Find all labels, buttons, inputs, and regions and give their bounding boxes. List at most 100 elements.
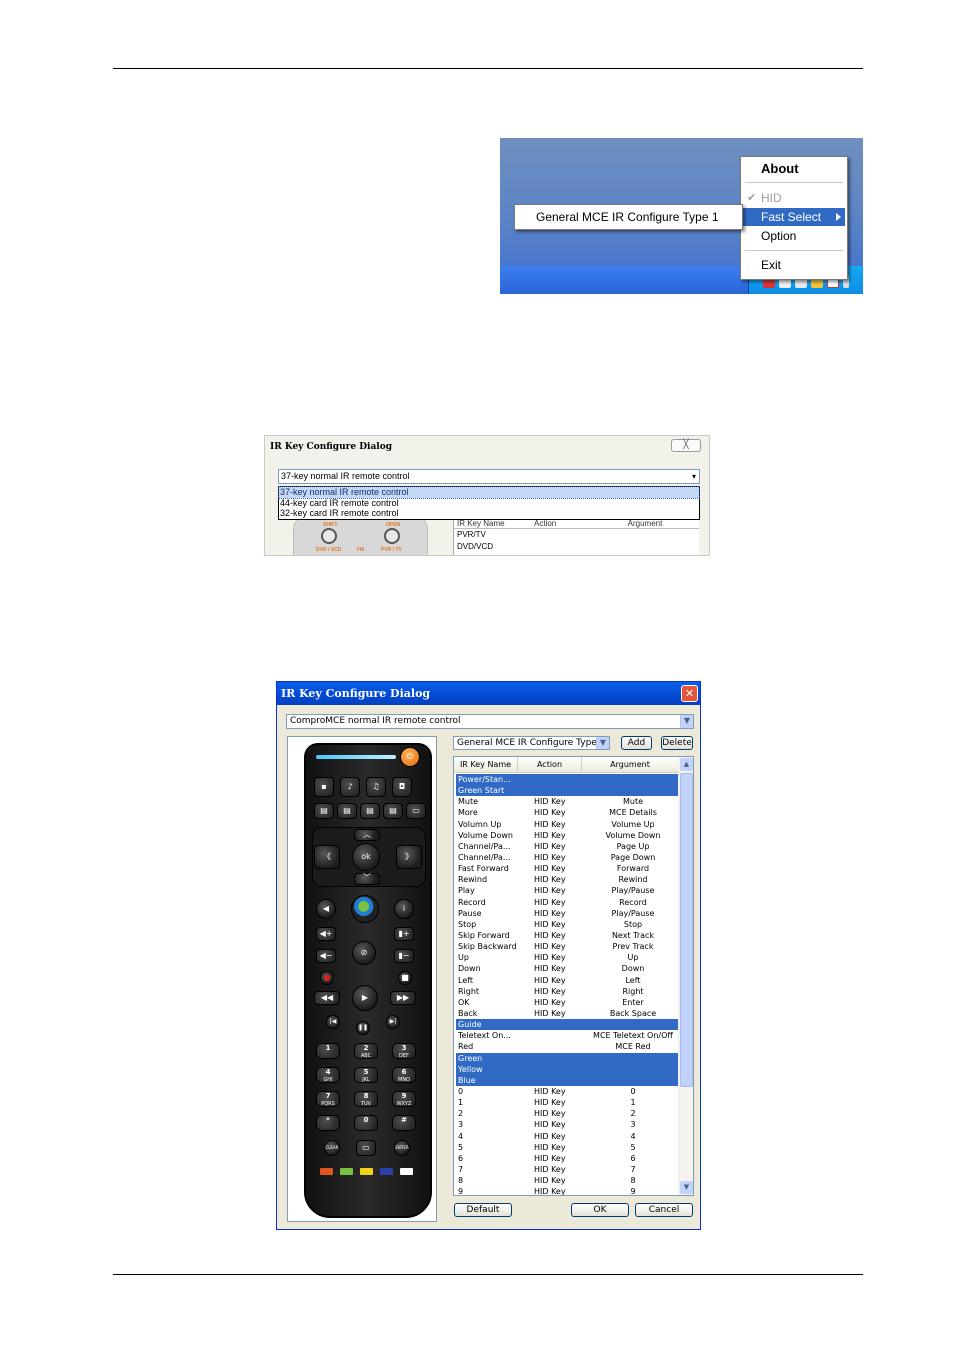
table-row[interactable]: 7 HID Key 7	[456, 1164, 678, 1175]
table-row[interactable]: Volume Down HID Key Volume Down	[456, 830, 678, 841]
table-row[interactable]: Yellow	[456, 1063, 678, 1075]
vertical-scrollbar[interactable]: ▲ ▼	[678, 757, 693, 1195]
numpad-key[interactable]: 0	[354, 1115, 378, 1131]
menu-item-exit[interactable]: Exit	[743, 256, 845, 274]
close-button[interactable]: ✕	[681, 685, 698, 702]
mute-button[interactable]: ⊘	[352, 941, 376, 965]
table-row[interactable]: 1 HID Key 1	[456, 1097, 678, 1108]
numpad-key[interactable]: #	[392, 1115, 416, 1131]
table-row[interactable]: Green	[456, 1052, 678, 1064]
table-row[interactable]: Power/Stan...	[456, 774, 678, 786]
dpad-left[interactable]: 《	[314, 845, 340, 869]
table-row[interactable]: Back HID Key Back Space	[456, 1008, 678, 1019]
table-row[interactable]: Down HID Key Down	[456, 963, 678, 974]
red-key[interactable]	[320, 1168, 333, 1175]
aspect-button[interactable]: ▭	[356, 1140, 376, 1156]
rewind-button[interactable]: ◀◀	[314, 991, 340, 1005]
table-row[interactable]: Right HID Key Right	[456, 986, 678, 997]
table-row[interactable]: Channel/Pa... HID Key Page Up	[456, 841, 678, 852]
column-header-ir-key-name[interactable]: IR Key Name	[454, 757, 518, 772]
table-row[interactable]: Pause HID Key Play/Pause	[456, 908, 678, 919]
table-row[interactable]: Guide	[456, 1019, 678, 1031]
remote-type-select[interactable]: 37-key normal IR remote control ▾	[278, 469, 700, 484]
table-row[interactable]: Skip Forward HID Key Next Track	[456, 930, 678, 941]
table-row[interactable]: 8 HID Key 8	[456, 1175, 678, 1186]
remote-tv-button[interactable]: ▪	[314, 777, 334, 797]
numpad-key[interactable]: 9 WXYZ	[392, 1091, 416, 1107]
table-row[interactable]: Teletext On... MCE Teletext On/Off	[456, 1030, 678, 1041]
default-button[interactable]: Default	[454, 1203, 512, 1217]
numpad-key[interactable]: *	[316, 1115, 340, 1131]
dpad-ok[interactable]: ok	[352, 843, 380, 871]
power-button[interactable]: ⏻	[400, 747, 420, 767]
table-row[interactable]: Record HID Key Record	[456, 897, 678, 908]
remote-func-button[interactable]: ▤	[360, 803, 380, 819]
remote-camera-button[interactable]: ◘	[392, 777, 412, 797]
remote-music-button[interactable]: ♪	[340, 777, 360, 797]
blue-key[interactable]	[380, 1168, 393, 1175]
table-row[interactable]: Up HID Key Up	[456, 952, 678, 963]
remote-button[interactable]	[384, 528, 400, 544]
table-row[interactable]: Green Start	[456, 785, 678, 797]
stop-button[interactable]: ■	[398, 971, 412, 985]
record-button[interactable]: ●	[320, 971, 334, 985]
numpad-key[interactable]: 1	[316, 1043, 340, 1059]
scroll-thumb[interactable]	[680, 773, 693, 1087]
menu-item-option[interactable]: Option	[743, 227, 845, 245]
table-row[interactable]: 2 HID Key 2	[456, 1108, 678, 1119]
remote-func-button[interactable]: ▤	[314, 803, 334, 819]
table-row[interactable]: Mute HID Key Mute	[456, 796, 678, 807]
submenu-item-configure-type-1[interactable]: General MCE IR Configure Type 1	[517, 208, 740, 226]
table-row[interactable]: Stop HID Key Stop	[456, 919, 678, 930]
table-row[interactable]: Rewind HID Key Rewind	[456, 874, 678, 885]
table-row[interactable]: Volumn Up HID Key Volume Up	[456, 819, 678, 830]
chevron-down-icon[interactable]: ▼	[596, 737, 609, 749]
dpad-right[interactable]: 》	[396, 845, 422, 869]
numpad-key[interactable]: 4 GHI	[316, 1067, 340, 1083]
option-32-key[interactable]: 32-key card IR remote control	[279, 508, 699, 519]
scroll-up-icon[interactable]: ▲	[680, 758, 693, 771]
option-37-key[interactable]: 37-key normal IR remote control	[278, 486, 700, 499]
volume-up-button[interactable]: ◀+	[316, 927, 336, 941]
table-row[interactable]: 5 HID Key 5	[456, 1142, 678, 1153]
table-row[interactable]: Skip Backward HID Key Prev Track	[456, 941, 678, 952]
table-row[interactable]: PVR/TV	[454, 529, 699, 541]
ok-button[interactable]: OK	[571, 1203, 629, 1217]
dpad-up[interactable]: ︿	[354, 829, 380, 841]
menu-item-fast-select[interactable]: Fast Select	[743, 208, 845, 226]
table-row[interactable]: 3 HID Key 3	[456, 1119, 678, 1130]
dpad-down[interactable]: ﹀	[354, 873, 380, 885]
skip-back-button[interactable]: |◀	[326, 1015, 340, 1029]
numpad-key[interactable]: 3 DEF	[392, 1043, 416, 1059]
chevron-down-icon[interactable]: ▾	[692, 470, 696, 483]
remote-button[interactable]	[321, 528, 337, 544]
clear-button[interactable]: CLEAR	[324, 1140, 340, 1156]
remote-control-select[interactable]: ComproMCE normal IR remote control ▼	[286, 714, 694, 729]
remote-func-button[interactable]: ▤	[383, 803, 403, 819]
table-row[interactable]: 4 HID Key 4	[456, 1131, 678, 1142]
menu-item-about[interactable]: About	[743, 160, 845, 178]
remote-func-button[interactable]: ▭	[406, 803, 426, 819]
add-button[interactable]: Add	[621, 736, 652, 750]
table-row[interactable]: DVD/VCD	[454, 541, 699, 553]
table-row[interactable]: Red MCE Red	[456, 1041, 678, 1052]
table-row[interactable]: Channel/Pa... HID Key Page Down	[456, 852, 678, 863]
table-row[interactable]: 9 HID Key 9	[456, 1186, 678, 1195]
table-row[interactable]: OK HID Key Enter	[456, 997, 678, 1008]
teletext-key[interactable]	[400, 1168, 413, 1175]
table-row[interactable]: Left HID Key Left	[456, 975, 678, 986]
enter-button[interactable]: ENTER	[394, 1140, 410, 1156]
skip-forward-button[interactable]: ▶|	[386, 1015, 400, 1029]
column-header-action[interactable]: Action	[518, 757, 582, 772]
table-row[interactable]: 6 HID Key 6	[456, 1153, 678, 1164]
table-row[interactable]: More HID Key MCE Details	[456, 807, 678, 818]
remote-pictures-button[interactable]: ♫	[366, 777, 386, 797]
cancel-button[interactable]: Cancel	[635, 1203, 693, 1217]
info-button[interactable]: i	[394, 899, 414, 919]
numpad-key[interactable]: 5 JKL	[354, 1067, 378, 1083]
channel-down-button[interactable]: ▮−	[394, 949, 414, 963]
numpad-key[interactable]: 6 MNO	[392, 1067, 416, 1083]
play-button[interactable]: ▶	[352, 985, 378, 1011]
option-44-key[interactable]: 44-key card IR remote control	[279, 498, 699, 509]
numpad-key[interactable]: 7 PQRS	[316, 1091, 340, 1107]
